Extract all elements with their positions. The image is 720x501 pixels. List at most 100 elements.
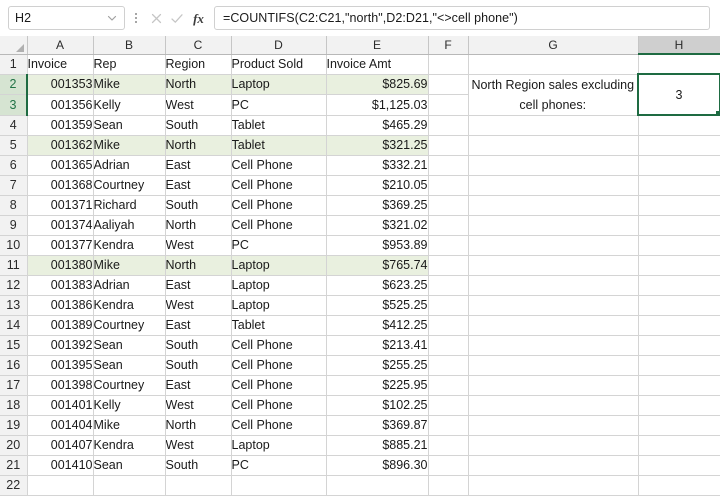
cell-f-9[interactable]: [428, 215, 468, 235]
cell-region-4[interactable]: South: [165, 115, 231, 135]
cell-product-18[interactable]: Cell Phone: [231, 395, 326, 415]
cell-invoice-19[interactable]: 001404: [27, 415, 93, 435]
cell-invoice-6[interactable]: 001365: [27, 155, 93, 175]
cell-f-2[interactable]: [428, 74, 468, 95]
cell-h-16[interactable]: [638, 355, 720, 375]
cell-invoice-7[interactable]: 001368: [27, 175, 93, 195]
cell-g-12[interactable]: [468, 275, 638, 295]
cell-region-8[interactable]: South: [165, 195, 231, 215]
cell-rep-4[interactable]: Sean: [93, 115, 165, 135]
cell-amount-21[interactable]: $896.30: [326, 455, 428, 475]
row-header-22[interactable]: 22: [0, 475, 27, 495]
cell-rep-12[interactable]: Adrian: [93, 275, 165, 295]
column-header-h[interactable]: H: [638, 36, 720, 54]
cell-f-6[interactable]: [428, 155, 468, 175]
cell-f-17[interactable]: [428, 375, 468, 395]
cell-h-12[interactable]: [638, 275, 720, 295]
cell-empty-22-1[interactable]: [93, 475, 165, 495]
cell-rep-10[interactable]: Kendra: [93, 235, 165, 255]
cell-f-1[interactable]: [428, 54, 468, 74]
cell-amount-11[interactable]: $765.74: [326, 255, 428, 275]
column-header-a[interactable]: A: [27, 36, 93, 54]
row-header-4[interactable]: 4: [0, 115, 27, 135]
cell-h-18[interactable]: [638, 395, 720, 415]
cell-empty-22-3[interactable]: [231, 475, 326, 495]
column-title-0[interactable]: Invoice: [27, 54, 93, 74]
cell-g-19[interactable]: [468, 415, 638, 435]
cell-rep-8[interactable]: Richard: [93, 195, 165, 215]
cell-g-13[interactable]: [468, 295, 638, 315]
column-header-b[interactable]: B: [93, 36, 165, 54]
cell-product-11[interactable]: Laptop: [231, 255, 326, 275]
cell-region-13[interactable]: West: [165, 295, 231, 315]
cell-invoice-17[interactable]: 001398: [27, 375, 93, 395]
cell-g-17[interactable]: [468, 375, 638, 395]
cell-amount-5[interactable]: $321.25: [326, 135, 428, 155]
cell-product-8[interactable]: Cell Phone: [231, 195, 326, 215]
cell-invoice-3[interactable]: 001356: [27, 95, 93, 116]
cell-product-16[interactable]: Cell Phone: [231, 355, 326, 375]
cell-amount-7[interactable]: $210.05: [326, 175, 428, 195]
cell-h-9[interactable]: [638, 215, 720, 235]
row-header-19[interactable]: 19: [0, 415, 27, 435]
row-header-16[interactable]: 16: [0, 355, 27, 375]
row-header-21[interactable]: 21: [0, 455, 27, 475]
cell-f-4[interactable]: [428, 115, 468, 135]
cell-region-18[interactable]: West: [165, 395, 231, 415]
row-header-12[interactable]: 12: [0, 275, 27, 295]
row-header-15[interactable]: 15: [0, 335, 27, 355]
name-box[interactable]: H2: [8, 6, 125, 30]
cell-h-10[interactable]: [638, 235, 720, 255]
cell-f-7[interactable]: [428, 175, 468, 195]
cell-product-6[interactable]: Cell Phone: [231, 155, 326, 175]
cell-amount-20[interactable]: $885.21: [326, 435, 428, 455]
row-header-5[interactable]: 5: [0, 135, 27, 155]
cell-f-15[interactable]: [428, 335, 468, 355]
close-icon[interactable]: [150, 12, 163, 25]
cell-f-22[interactable]: [428, 475, 468, 495]
cell-g-22[interactable]: [468, 475, 638, 495]
cell-region-2[interactable]: North: [165, 74, 231, 95]
column-header-c[interactable]: C: [165, 36, 231, 54]
formula-input[interactable]: =COUNTIFS(C2:C21,"north",D2:D21,"<>cell …: [214, 6, 710, 30]
cell-g-4[interactable]: [468, 115, 638, 135]
cell-f-21[interactable]: [428, 455, 468, 475]
row-header-2[interactable]: 2: [0, 74, 27, 95]
kebab-icon[interactable]: [129, 13, 143, 23]
cell-invoice-9[interactable]: 001374: [27, 215, 93, 235]
cell-f-10[interactable]: [428, 235, 468, 255]
cell-empty-22-0[interactable]: [27, 475, 93, 495]
cell-rep-11[interactable]: Mike: [93, 255, 165, 275]
cell-f-3[interactable]: [428, 95, 468, 116]
row-header-14[interactable]: 14: [0, 315, 27, 335]
cell-invoice-12[interactable]: 001383: [27, 275, 93, 295]
spreadsheet-grid[interactable]: A B C D E F G H 1InvoiceRepRegionProduct…: [0, 36, 720, 501]
fx-icon[interactable]: fx: [191, 11, 206, 26]
cell-invoice-20[interactable]: 001407: [27, 435, 93, 455]
cell-rep-3[interactable]: Kelly: [93, 95, 165, 116]
row-header-11[interactable]: 11: [0, 255, 27, 275]
cell-amount-3[interactable]: $1,125.03: [326, 95, 428, 116]
cell-amount-8[interactable]: $369.25: [326, 195, 428, 215]
cell-region-11[interactable]: North: [165, 255, 231, 275]
cell-amount-4[interactable]: $465.29: [326, 115, 428, 135]
cell-f-19[interactable]: [428, 415, 468, 435]
cell-empty-22-4[interactable]: [326, 475, 428, 495]
cell-invoice-4[interactable]: 001359: [27, 115, 93, 135]
cell-g-10[interactable]: [468, 235, 638, 255]
cell-amount-18[interactable]: $102.25: [326, 395, 428, 415]
row-header-8[interactable]: 8: [0, 195, 27, 215]
cell-region-3[interactable]: West: [165, 95, 231, 116]
cell-h-11[interactable]: [638, 255, 720, 275]
row-header-3[interactable]: 3: [0, 95, 27, 116]
cell-region-9[interactable]: North: [165, 215, 231, 235]
cell-g-16[interactable]: [468, 355, 638, 375]
cell-rep-15[interactable]: Sean: [93, 335, 165, 355]
cell-amount-15[interactable]: $213.41: [326, 335, 428, 355]
cell-invoice-16[interactable]: 001395: [27, 355, 93, 375]
cell-h-15[interactable]: [638, 335, 720, 355]
chevron-down-icon[interactable]: [106, 12, 118, 24]
cell-product-9[interactable]: Cell Phone: [231, 215, 326, 235]
cell-product-2[interactable]: Laptop: [231, 74, 326, 95]
cell-region-6[interactable]: East: [165, 155, 231, 175]
